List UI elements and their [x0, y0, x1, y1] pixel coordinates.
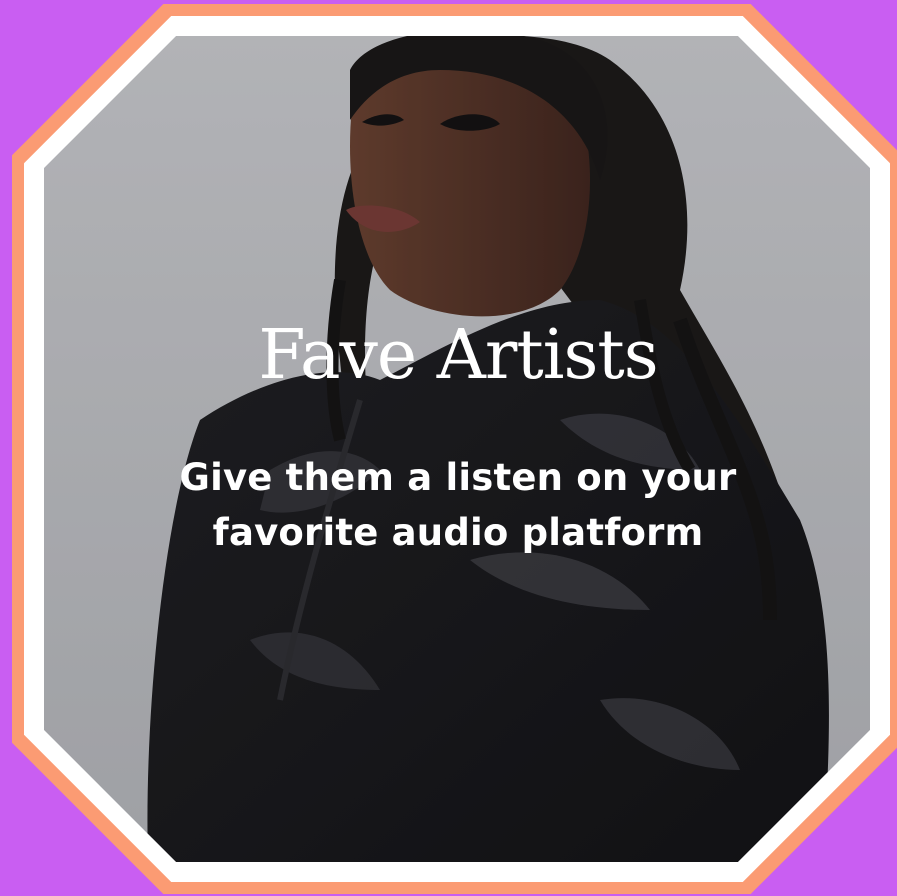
- subtitle-line-2: favorite audio platform: [212, 511, 704, 554]
- artist-photo-frame: [44, 36, 870, 862]
- card-title: Fave Artists: [258, 316, 658, 395]
- photo-dim-overlay: [44, 36, 870, 862]
- card-subtitle: Give them a listen on your favorite audi…: [0, 450, 897, 560]
- artist-card: Fave Artists Give them a listen on your …: [0, 0, 897, 896]
- subtitle-line-1: Give them a listen on your: [179, 456, 737, 499]
